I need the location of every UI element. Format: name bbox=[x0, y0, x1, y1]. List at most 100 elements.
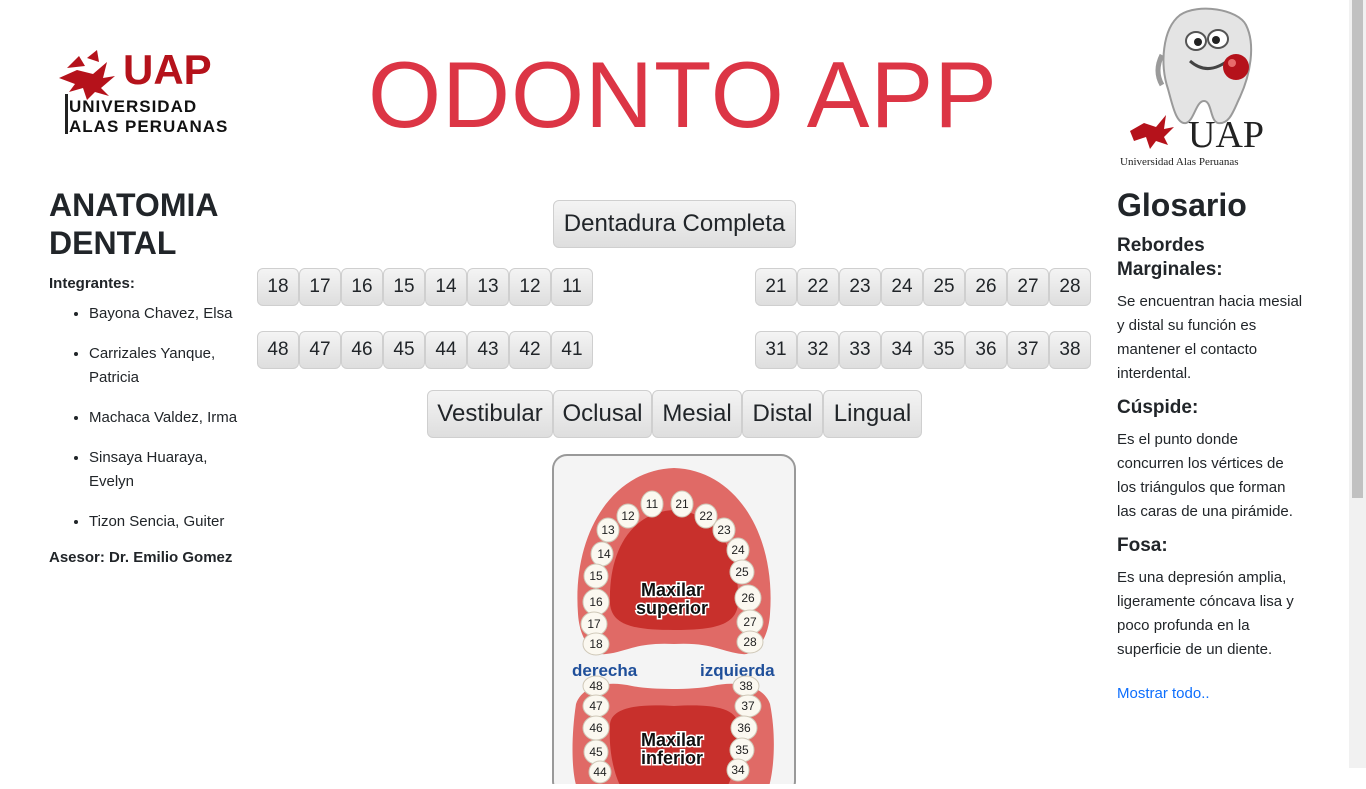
tooth-button-21[interactable]: 21 bbox=[755, 268, 797, 306]
svg-text:37: 37 bbox=[741, 699, 755, 713]
svg-text:izquierda: izquierda bbox=[700, 661, 775, 680]
tooth-button-31[interactable]: 31 bbox=[755, 331, 797, 369]
tooth-button-12[interactable]: 12 bbox=[509, 268, 551, 306]
glossary-heading: Glosario bbox=[1117, 187, 1247, 223]
tooth-button-38[interactable]: 38 bbox=[1049, 331, 1091, 369]
glossary-panel: Glosario Rebordes Marginales: Se encuent… bbox=[1117, 186, 1307, 706]
glossary-term: Fosa: bbox=[1117, 535, 1168, 556]
glossary-term: Rebordes Marginales: bbox=[1117, 235, 1223, 280]
member-item: Tizon Sencia, Guiter bbox=[89, 510, 239, 534]
member-item: Machaca Valdez, Irma bbox=[89, 406, 239, 430]
view-button-mesial[interactable]: Mesial bbox=[652, 390, 742, 438]
tooth-button-32[interactable]: 32 bbox=[797, 331, 839, 369]
tooth-button-23[interactable]: 23 bbox=[839, 268, 881, 306]
team-panel: ANATOMIA DENTAL Integrantes: Bayona Chav… bbox=[49, 186, 239, 570]
svg-text:23: 23 bbox=[717, 523, 731, 537]
svg-text:Maxilar: Maxilar bbox=[641, 730, 703, 750]
tooth-button-44[interactable]: 44 bbox=[425, 331, 467, 369]
integrantes-label: Integrantes: bbox=[49, 275, 135, 292]
view-button-distal[interactable]: Distal bbox=[742, 390, 823, 438]
svg-text:Maxilar: Maxilar bbox=[641, 580, 703, 600]
view-button-vestibular[interactable]: Vestibular bbox=[427, 390, 553, 438]
svg-text:48: 48 bbox=[589, 679, 603, 693]
svg-text:22: 22 bbox=[699, 509, 713, 523]
svg-text:16: 16 bbox=[589, 595, 603, 609]
eagle-icon bbox=[59, 50, 115, 100]
svg-text:UAP: UAP bbox=[123, 48, 212, 93]
dental-arch-diagram: 11 21 12 22 13 23 14 24 15 25 16 26 17 2… bbox=[552, 454, 796, 789]
members-list: Bayona Chavez, Elsa Carrizales Yanque, P… bbox=[49, 302, 239, 534]
tooth-button-11[interactable]: 11 bbox=[551, 268, 593, 306]
tooth-button-36[interactable]: 36 bbox=[965, 331, 1007, 369]
scrollbar-thumb[interactable] bbox=[1352, 0, 1363, 498]
tooth-button-47[interactable]: 47 bbox=[299, 331, 341, 369]
tooth-button-45[interactable]: 45 bbox=[383, 331, 425, 369]
view-button-lingual[interactable]: Lingual bbox=[823, 390, 922, 438]
svg-text:27: 27 bbox=[743, 615, 757, 629]
svg-text:44: 44 bbox=[593, 765, 607, 779]
tooth-button-17[interactable]: 17 bbox=[299, 268, 341, 306]
tooth-button-46[interactable]: 46 bbox=[341, 331, 383, 369]
tooth-button-13[interactable]: 13 bbox=[467, 268, 509, 306]
tooth-button-18[interactable]: 18 bbox=[257, 268, 299, 306]
svg-text:45: 45 bbox=[589, 745, 603, 759]
full-dentition-button[interactable]: Dentadura Completa bbox=[553, 200, 796, 248]
svg-text:18: 18 bbox=[589, 637, 603, 651]
view-button-oclusal[interactable]: Oclusal bbox=[553, 390, 652, 438]
glossary-definition: Es el punto donde concurren los vértices… bbox=[1117, 431, 1293, 520]
svg-text:28: 28 bbox=[743, 635, 757, 649]
svg-text:35: 35 bbox=[735, 743, 749, 757]
svg-text:46: 46 bbox=[589, 721, 603, 735]
tooth-button-35[interactable]: 35 bbox=[923, 331, 965, 369]
svg-text:14: 14 bbox=[597, 547, 611, 561]
section-heading: ANATOMIA DENTAL bbox=[49, 187, 218, 261]
advisor-text: Asesor: Dr. Emilio Gomez bbox=[49, 549, 233, 566]
tooth-button-16[interactable]: 16 bbox=[341, 268, 383, 306]
tooth-mascot-icon bbox=[1155, 7, 1253, 125]
show-all-link[interactable]: Mostrar todo.. bbox=[1117, 682, 1307, 706]
svg-text:17: 17 bbox=[587, 617, 601, 631]
svg-text:21: 21 bbox=[675, 497, 689, 511]
svg-text:25: 25 bbox=[735, 565, 749, 579]
tooth-button-43[interactable]: 43 bbox=[467, 331, 509, 369]
tooth-button-34[interactable]: 34 bbox=[881, 331, 923, 369]
page-scrollbar[interactable] bbox=[1349, 0, 1366, 768]
svg-text:13: 13 bbox=[601, 523, 615, 537]
svg-text:inferior: inferior bbox=[641, 748, 703, 768]
tooth-button-22[interactable]: 22 bbox=[797, 268, 839, 306]
svg-text:12: 12 bbox=[621, 509, 635, 523]
svg-text:derecha: derecha bbox=[572, 661, 638, 680]
tooth-button-24[interactable]: 24 bbox=[881, 268, 923, 306]
tooth-button-15[interactable]: 15 bbox=[383, 268, 425, 306]
tooth-button-33[interactable]: 33 bbox=[839, 331, 881, 369]
tooth-button-27[interactable]: 27 bbox=[1007, 268, 1049, 306]
glossary-definition: Es una depresión amplia, ligeramente cón… bbox=[1117, 569, 1294, 658]
uap-logo: UAP UNIVERSIDAD ALAS PERUANAS bbox=[57, 46, 227, 138]
glossary-definition: Se encuentran hacia mesial y distal su f… bbox=[1117, 293, 1303, 382]
tooth-button-37[interactable]: 37 bbox=[1007, 331, 1049, 369]
member-item: Sinsaya Huaraya, Evelyn bbox=[89, 446, 239, 494]
tooth-button-14[interactable]: 14 bbox=[425, 268, 467, 306]
svg-text:38: 38 bbox=[739, 679, 753, 693]
member-item: Bayona Chavez, Elsa bbox=[89, 302, 239, 326]
tooth-button-26[interactable]: 26 bbox=[965, 268, 1007, 306]
svg-text:superior: superior bbox=[636, 598, 708, 618]
svg-text:26: 26 bbox=[741, 591, 755, 605]
tooth-button-25[interactable]: 25 bbox=[923, 268, 965, 306]
svg-text:15: 15 bbox=[589, 569, 603, 583]
svg-text:24: 24 bbox=[731, 543, 745, 557]
svg-text:34: 34 bbox=[731, 763, 745, 777]
tooth-button-41[interactable]: 41 bbox=[551, 331, 593, 369]
svg-text:UAP: UAP bbox=[1188, 114, 1264, 156]
tooth-button-28[interactable]: 28 bbox=[1049, 268, 1091, 306]
member-item: Carrizales Yanque, Patricia bbox=[89, 342, 239, 390]
app-title: ODONTO APP bbox=[368, 42, 998, 147]
svg-text:11: 11 bbox=[646, 497, 659, 511]
uap-mascot-logo: UAP Universidad Alas Peruanas bbox=[1118, 5, 1302, 170]
tooth-button-42[interactable]: 42 bbox=[509, 331, 551, 369]
glossary-term: Cúspide: bbox=[1117, 397, 1199, 418]
svg-text:47: 47 bbox=[589, 699, 603, 713]
svg-text:Universidad Alas Peruanas: Universidad Alas Peruanas bbox=[1120, 156, 1239, 168]
svg-text:ALAS PERUANAS: ALAS PERUANAS bbox=[69, 117, 227, 136]
tooth-button-48[interactable]: 48 bbox=[257, 331, 299, 369]
